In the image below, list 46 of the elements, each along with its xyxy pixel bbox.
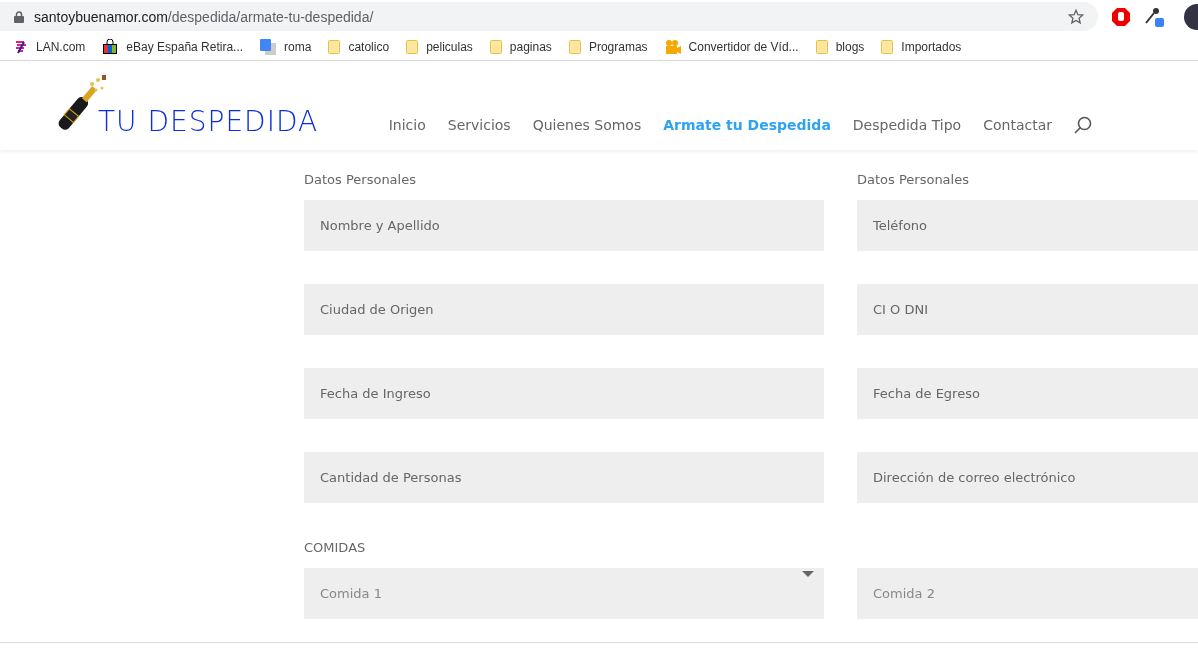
lock-icon (14, 10, 24, 23)
nav-link[interactable]: Quienes Somos (532, 117, 642, 133)
input-field[interactable]: Fecha de Egreso (857, 368, 1198, 419)
logo-text[interactable]: TU DESPEDIDA (98, 108, 319, 136)
caret-icon (802, 571, 814, 577)
section-heading: Datos Personales (304, 172, 417, 189)
bookmark[interactable]: LAN.com (14, 39, 86, 54)
folder-icon (328, 39, 341, 54)
address-bar[interactable]: santoybuenamor.com/despedida/armate-tu-despedida/ (0, 2, 1098, 31)
section-heading: Datos Personales (857, 172, 970, 189)
section-heading: COMIDAS (304, 540, 367, 557)
folder-icon (406, 39, 419, 54)
nav-link[interactable]: Despedida Tipo (852, 117, 962, 133)
url-text: santoybuenamor.com/despedida/armate-tu-despedida/ (34, 8, 375, 25)
eyedropper-icon[interactable] (1144, 6, 1164, 27)
bookmark[interactable]: Programas (568, 39, 648, 54)
input-field[interactable]: CI O DNI (857, 284, 1198, 335)
stripes-icon (14, 39, 28, 54)
profile-avatar[interactable] (1184, 3, 1198, 30)
input-field[interactable]: Teléfono (857, 200, 1198, 251)
bookmark[interactable]: peliculas (406, 39, 473, 54)
folder-icon (568, 39, 581, 54)
bookmark[interactable]: eBay España Retira... (102, 38, 244, 55)
bookmark[interactable]: Convertidor de Víd... (664, 39, 799, 54)
shopping-bag-icon (102, 38, 119, 55)
bookmark[interactable]: paginas (489, 39, 552, 54)
stop-hand-icon[interactable] (1112, 7, 1130, 26)
bookmark-star-icon[interactable] (1068, 8, 1084, 25)
input-field[interactable]: Nombre y Apellido (304, 200, 824, 251)
input-field[interactable]: Cantidad de Personas (304, 452, 824, 503)
bookmark[interactable]: roma (260, 38, 312, 55)
film-camera-icon (664, 39, 681, 54)
input-field[interactable]: Fecha de Ingreso (304, 368, 824, 419)
nav-link[interactable]: Inicio (388, 117, 426, 133)
bookmark[interactable]: blogs (815, 39, 865, 54)
folder-icon (489, 39, 502, 54)
folder-icon (815, 39, 828, 54)
nav-link[interactable]: Contactar (983, 117, 1052, 133)
bookmark[interactable]: catolico (328, 39, 390, 54)
translate-icon (260, 38, 277, 55)
bookmark[interactable]: Importados (881, 39, 962, 54)
search-icon[interactable] (1074, 116, 1092, 134)
input-field[interactable]: Ciudad de Origen (304, 284, 824, 335)
input-field[interactable]: Dirección de correo electrónico (857, 452, 1198, 503)
nav-link[interactable]: Servicios (447, 117, 511, 133)
folder-icon (881, 39, 894, 54)
